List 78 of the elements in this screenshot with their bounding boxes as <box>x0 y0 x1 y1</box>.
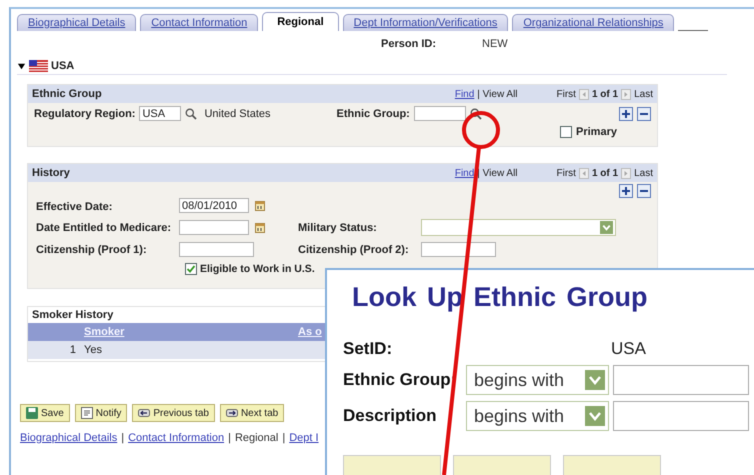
tab[interactable]: Organizational Relationships <box>512 14 674 31</box>
document-icon <box>80 407 93 419</box>
page-link[interactable]: Contact Information <box>128 432 224 444</box>
date-field[interactable] <box>179 220 249 235</box>
input-field[interactable] <box>179 242 254 257</box>
setid-value: USA <box>610 339 647 359</box>
link-separator: | <box>228 432 231 444</box>
highlight-ring <box>462 111 500 149</box>
page-count: 1 of 1 <box>592 168 618 178</box>
dialog-button[interactable] <box>563 455 661 475</box>
delete-row-icon[interactable] <box>637 184 651 198</box>
field-label: Ethnic Group: <box>336 108 410 120</box>
toolbar-button[interactable]: Next tab <box>220 404 284 422</box>
field-label: Ethnic Group: <box>343 370 458 390</box>
checkbox[interactable] <box>560 126 572 138</box>
expanded-triangle-icon[interactable] <box>17 62 26 70</box>
page-link[interactable]: Dept I <box>289 432 319 444</box>
field-label: Military Status: <box>298 222 378 234</box>
person-id-label: Person ID: <box>381 38 436 50</box>
dialog-button[interactable] <box>453 455 551 475</box>
table-cell-text: Yes <box>83 344 103 356</box>
input-field[interactable]: USA <box>139 106 182 121</box>
field-label: Regulatory Region: <box>34 108 136 120</box>
toolbar-button[interactable]: Save <box>20 404 70 422</box>
operator-dropdown[interactable]: begins with <box>466 401 609 431</box>
country-label: USA <box>51 60 74 72</box>
dialog-button[interactable] <box>343 455 441 475</box>
search-input-field[interactable] <box>613 401 749 431</box>
page-count: 1 of 1 <box>592 88 618 100</box>
toolbar-button[interactable]: Previous tab <box>132 404 215 422</box>
find-link[interactable]: Find <box>454 88 474 100</box>
last-label: Last <box>634 88 653 100</box>
last-label: Last <box>634 168 653 178</box>
add-row-icon[interactable] <box>619 106 633 120</box>
person-id-value: NEW <box>482 38 508 50</box>
dropdown-field[interactable] <box>421 219 616 236</box>
search-icon[interactable] <box>185 108 198 120</box>
add-row-icon[interactable] <box>619 184 633 198</box>
date-field[interactable]: 08/01/2010 <box>179 198 249 213</box>
checkbox-label: Primary <box>576 126 617 138</box>
dialog-title: Look Up Ethnic Group <box>351 282 648 313</box>
operator-dropdown[interactable]: begins with <box>466 365 609 395</box>
tab[interactable]: Contact Information <box>140 14 258 31</box>
search-input-field[interactable] <box>613 365 749 395</box>
link-separator: | <box>121 432 124 444</box>
input-field[interactable] <box>414 106 466 121</box>
region-description: United States <box>204 108 270 120</box>
delete-row-icon[interactable] <box>637 106 651 120</box>
checkbox-label: Eligible to Work in U.S. <box>200 263 315 275</box>
field-label: SetID: <box>343 339 394 359</box>
section-title: History <box>32 167 70 179</box>
row-number: 1 <box>68 344 77 356</box>
first-label: First <box>556 168 576 178</box>
calendar-icon[interactable] <box>255 222 265 232</box>
field-label: Effective Date: <box>36 201 114 213</box>
checkbox[interactable] <box>185 263 197 275</box>
link-separator: | <box>282 432 286 444</box>
tab[interactable]: Regional <box>262 12 339 31</box>
search-icon[interactable] <box>470 108 482 120</box>
field-label: Description <box>343 406 438 426</box>
field-label: Date Entitled to Medicare: <box>36 222 172 234</box>
section-title: Ethnic Group <box>32 88 102 100</box>
section-title: Smoker History <box>31 308 114 323</box>
left-arrow-icon <box>138 407 150 419</box>
flag-icon <box>29 60 48 72</box>
field-label: Citizenship (Proof 2): <box>298 244 410 256</box>
field-label: Citizenship (Proof 1): <box>36 244 148 256</box>
first-label: First <box>556 88 576 100</box>
page-link[interactable]: Regional <box>234 432 278 444</box>
tab[interactable]: Dept Information/Verifications <box>342 14 508 31</box>
tab[interactable]: Biographical Details <box>17 14 136 31</box>
find-link[interactable]: Find <box>454 168 474 178</box>
page-link[interactable]: Biographical Details <box>20 432 118 444</box>
right-arrow-icon <box>226 407 238 419</box>
toolbar-button[interactable]: Notify <box>74 404 128 422</box>
calendar-icon[interactable] <box>255 200 265 210</box>
view-all-link[interactable]: | View All <box>477 88 518 100</box>
input-field[interactable] <box>421 242 496 257</box>
